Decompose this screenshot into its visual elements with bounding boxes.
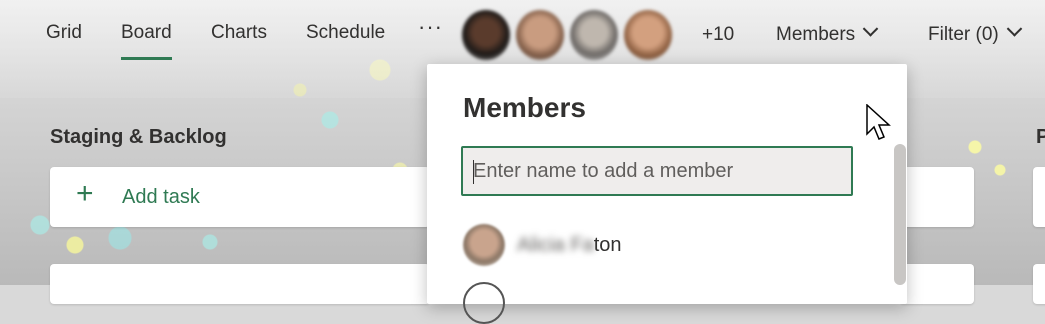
task-card[interactable] [1033,167,1045,227]
member-avatar-4[interactable] [624,10,672,60]
member-list-item[interactable]: Alicia Faton [463,224,863,268]
panel-title: Members [463,92,586,123]
members-panel: Members Alicia Faton [427,64,907,324]
task-card[interactable] [50,264,430,304]
member-avatar-2[interactable] [516,10,564,60]
add-task-label: Add task [122,186,200,208]
chevron-down-icon [1006,21,1023,37]
tab-charts[interactable]: Charts [211,22,267,44]
panel-scrollbar[interactable] [894,144,906,285]
task-card[interactable] [1033,264,1045,304]
member-name: Alicia Faton [517,234,622,256]
add-task-button[interactable]: + Add task [50,167,430,227]
member-avatar-3[interactable] [570,10,618,60]
filter-button-label: Filter (0) [928,24,999,45]
tab-board[interactable]: Board [121,22,172,60]
members-button[interactable]: Members [776,21,879,46]
task-card[interactable] [900,167,974,227]
next-column-title: P [1036,126,1045,148]
mouse-cursor-icon [866,104,891,140]
tab-grid[interactable]: Grid [46,22,82,44]
add-member-input[interactable] [461,146,853,196]
member-avatar-1[interactable] [462,10,510,60]
chevron-down-icon [862,21,879,37]
more-options-icon[interactable]: ··· [418,14,443,40]
text-caret [473,160,474,184]
column-title: Staging & Backlog [50,126,227,148]
tab-schedule[interactable]: Schedule [306,22,385,44]
members-button-label: Members [776,24,856,45]
filter-button[interactable]: Filter (0) [928,21,1023,46]
more-members-count[interactable]: +10 [702,24,734,46]
task-card[interactable] [900,264,974,304]
avatar [463,282,505,324]
plus-icon: + [76,177,94,210]
avatar [463,224,505,266]
